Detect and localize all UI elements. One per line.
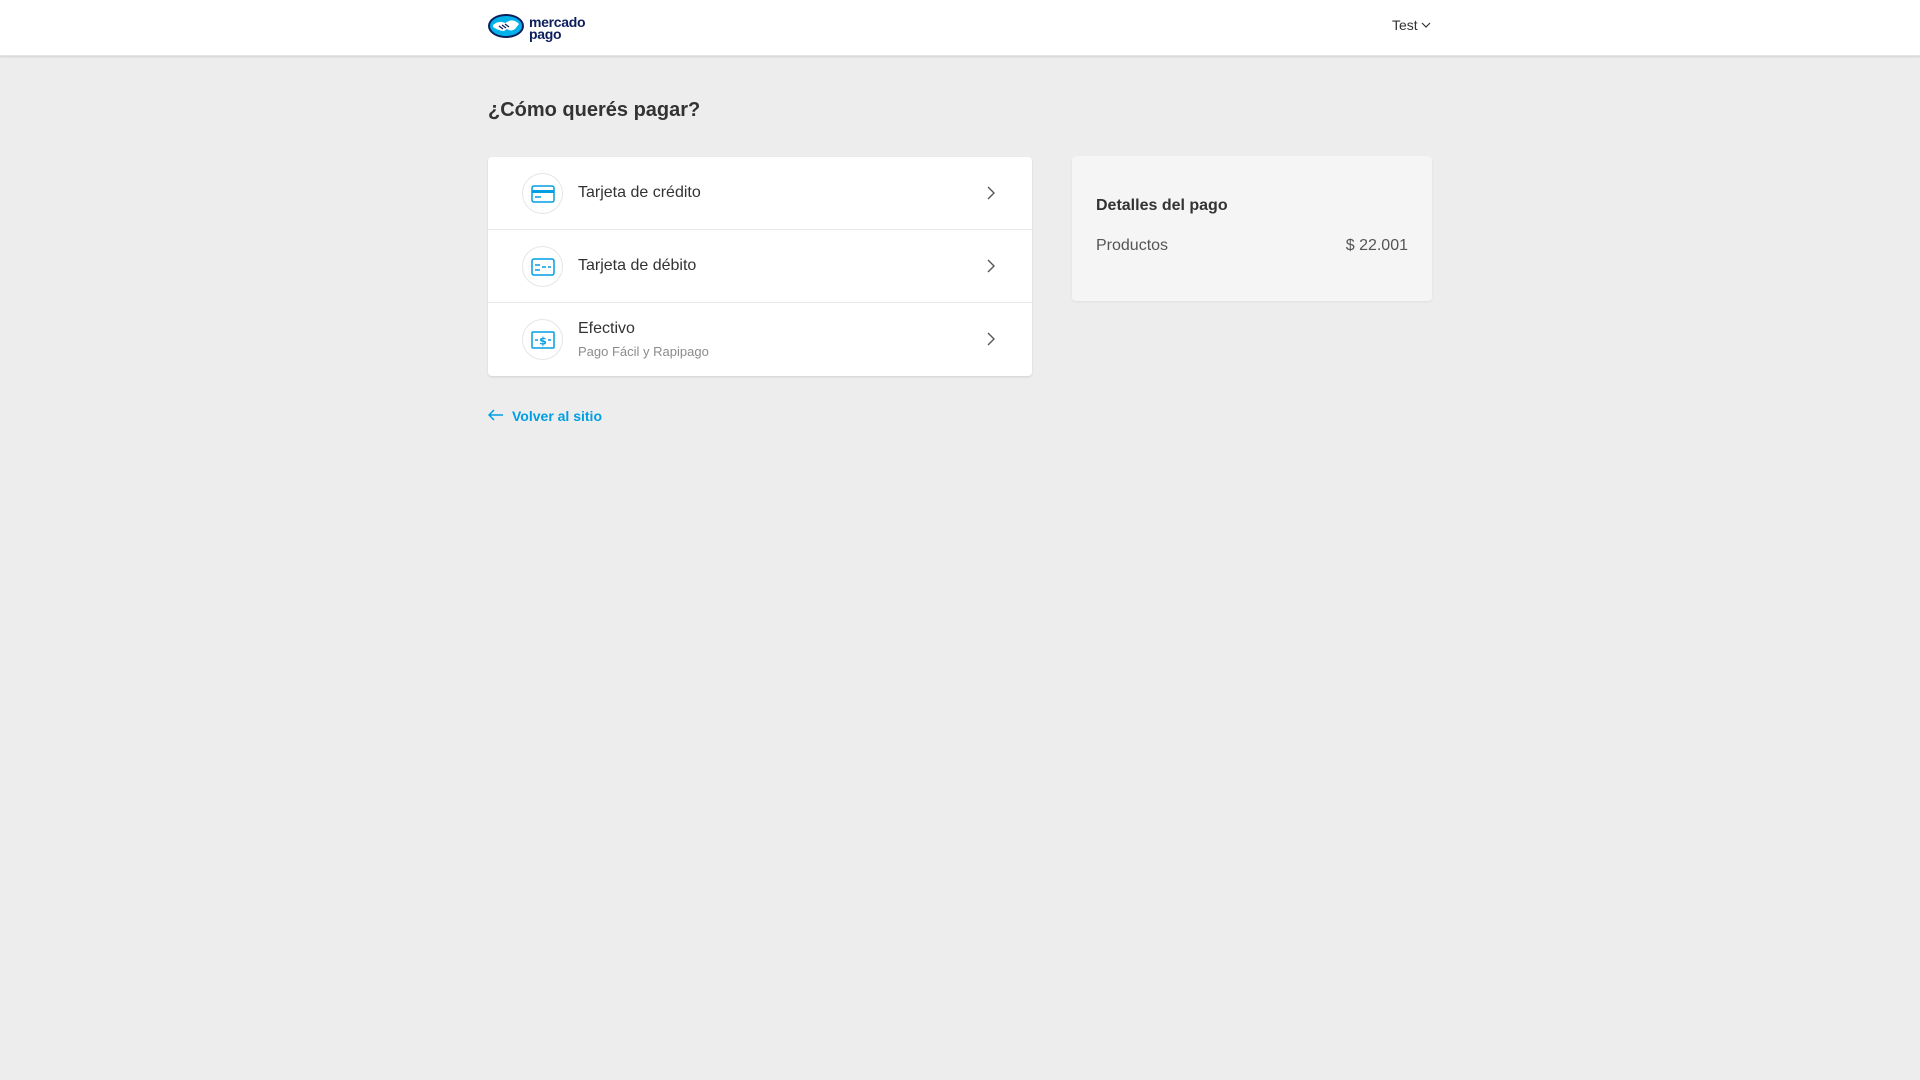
summary-title: Detalles del pago <box>1096 197 1228 214</box>
payment-method-text: Tarjeta de crédito <box>578 184 701 202</box>
user-menu-dropdown[interactable]: Test <box>1392 17 1431 33</box>
summary-row-label: Productos <box>1096 237 1169 254</box>
chevron-down-icon <box>1421 17 1431 33</box>
payment-method-text: Tarjeta de débito <box>578 257 696 275</box>
summary-row: Productos $ 22.001 <box>1096 237 1408 255</box>
payment-method-credit-card[interactable]: Tarjeta de crédito <box>488 157 1032 230</box>
arrow-left-icon <box>487 408 504 424</box>
payment-method-title: Tarjeta de crédito <box>578 184 701 201</box>
chevron-right-icon <box>986 185 996 206</box>
payment-method-text: Efectivo Pago Fácil y Rapipago <box>578 320 709 359</box>
cash-icon: $ <box>522 319 563 360</box>
payment-method-subtitle: Pago Fácil y Rapipago <box>578 344 709 359</box>
payment-method-title: Tarjeta de débito <box>578 257 697 274</box>
summary-row-value: $ 22.001 <box>1345 237 1408 254</box>
chevron-right-icon <box>986 258 996 279</box>
chevron-right-icon <box>986 331 996 352</box>
user-menu-label: Test <box>1392 17 1418 33</box>
payment-method-debit-card[interactable]: Tarjeta de débito <box>488 230 1032 303</box>
logo-wordmark: mercado pago <box>529 14 586 42</box>
back-link-label: Volver al sitio <box>512 408 602 424</box>
page-title: ¿Cómo querés pagar? <box>488 99 701 121</box>
credit-card-icon <box>522 173 563 214</box>
payment-method-title: Efectivo <box>578 320 635 337</box>
payment-summary-card: Detalles del pago Productos $ 22.001 <box>1072 156 1432 301</box>
payment-methods-list: Tarjeta de crédito Tarjeta de débito $ E… <box>488 157 1032 376</box>
svg-text:$: $ <box>539 334 547 347</box>
back-to-site-link[interactable]: Volver al sitio <box>487 408 602 424</box>
debit-card-icon <box>522 246 563 287</box>
top-header: mercado pago Test <box>0 0 1920 56</box>
mercado-pago-logo[interactable]: mercado pago <box>487 13 586 44</box>
handshake-logo-icon <box>487 13 525 44</box>
payment-method-cash[interactable]: $ Efectivo Pago Fácil y Rapipago <box>488 303 1032 376</box>
